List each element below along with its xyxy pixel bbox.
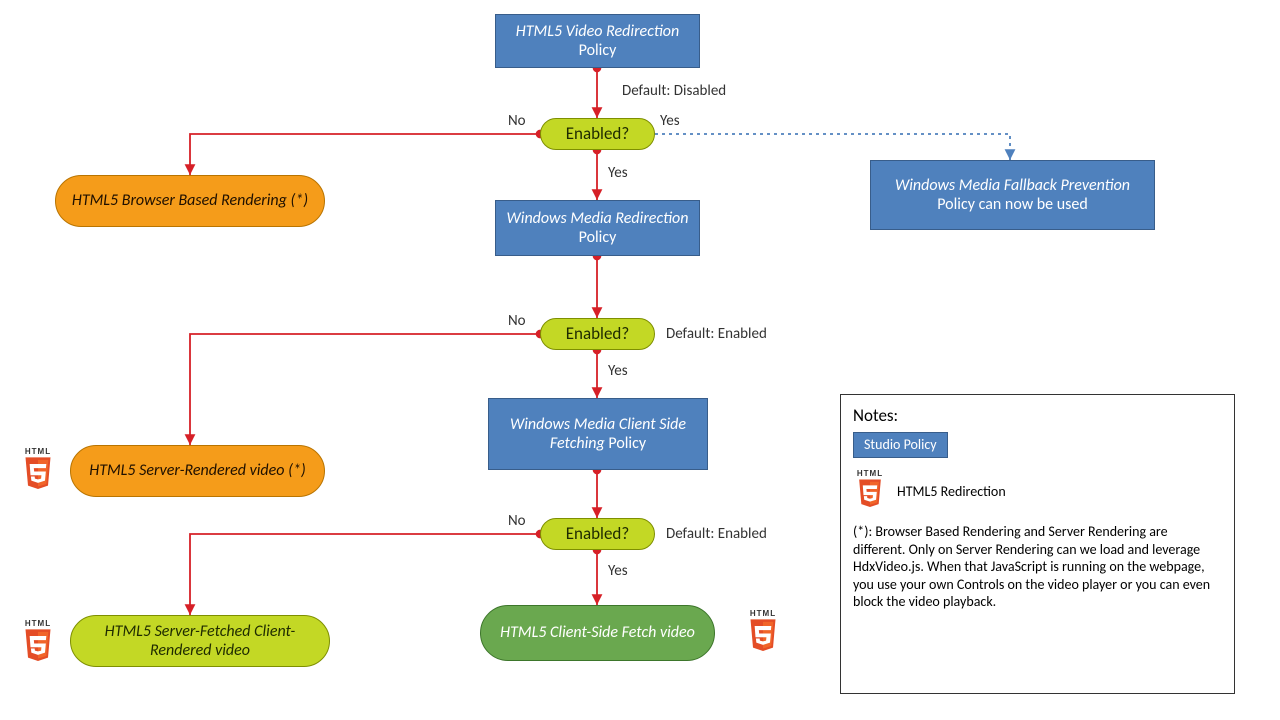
policy-html5-video-redirection: HTML5 Video Redirection Policy [495,14,700,68]
policy-fallback-prevention: Windows Media Fallback Prevention Policy… [870,160,1155,230]
label-no-3: No [508,512,526,530]
label-default-enabled-2: Default: Enabled [666,325,767,343]
label-default-disabled: Default: Disabled [622,82,726,100]
notes-box: Notes: Studio Policy HTML HTML5 Redirect… [840,394,1235,694]
label-yes-1-side: Yes [660,112,680,130]
label-no-1: No [508,112,526,130]
html5-icon: HTML [853,470,887,514]
notes-heading: Notes: [853,405,1222,426]
label-yes-2: Yes [608,362,628,380]
policy-client-side-fetching: Windows Media Client Side Fetching Polic… [488,398,708,470]
label-yes-3: Yes [608,562,628,580]
label-default-enabled-3: Default: Enabled [666,525,767,543]
outcome-server-rendered: HTML5 Server-Rendered video (*) [70,445,325,497]
label-yes-1-down: Yes [608,164,628,182]
policy-windows-media-redirection: Windows Media Redirection Policy [495,200,700,256]
outcome-client-side-fetch: HTML5 Client-Side Fetch video [480,605,715,661]
notes-footnote: (*): Browser Based Rendering and Server … [853,523,1222,611]
legend-studio-policy: Studio Policy [853,432,948,458]
outcome-browser-based-rendering: HTML5 Browser Based Rendering (*) [55,175,325,227]
decision-enabled-1: Enabled? [540,118,655,150]
html5-icon: HTML [20,448,56,496]
decision-enabled-2: Enabled? [540,318,655,350]
html5-icon: HTML [745,610,781,658]
outcome-server-fetched-client-rendered: HTML5 Server-Fetched Client-Rendered vid… [70,615,330,667]
decision-enabled-3: Enabled? [540,518,655,550]
label-no-2: No [508,312,526,330]
html5-icon: HTML [20,620,56,668]
legend-html5-redirection: HTML5 Redirection [897,483,1006,501]
